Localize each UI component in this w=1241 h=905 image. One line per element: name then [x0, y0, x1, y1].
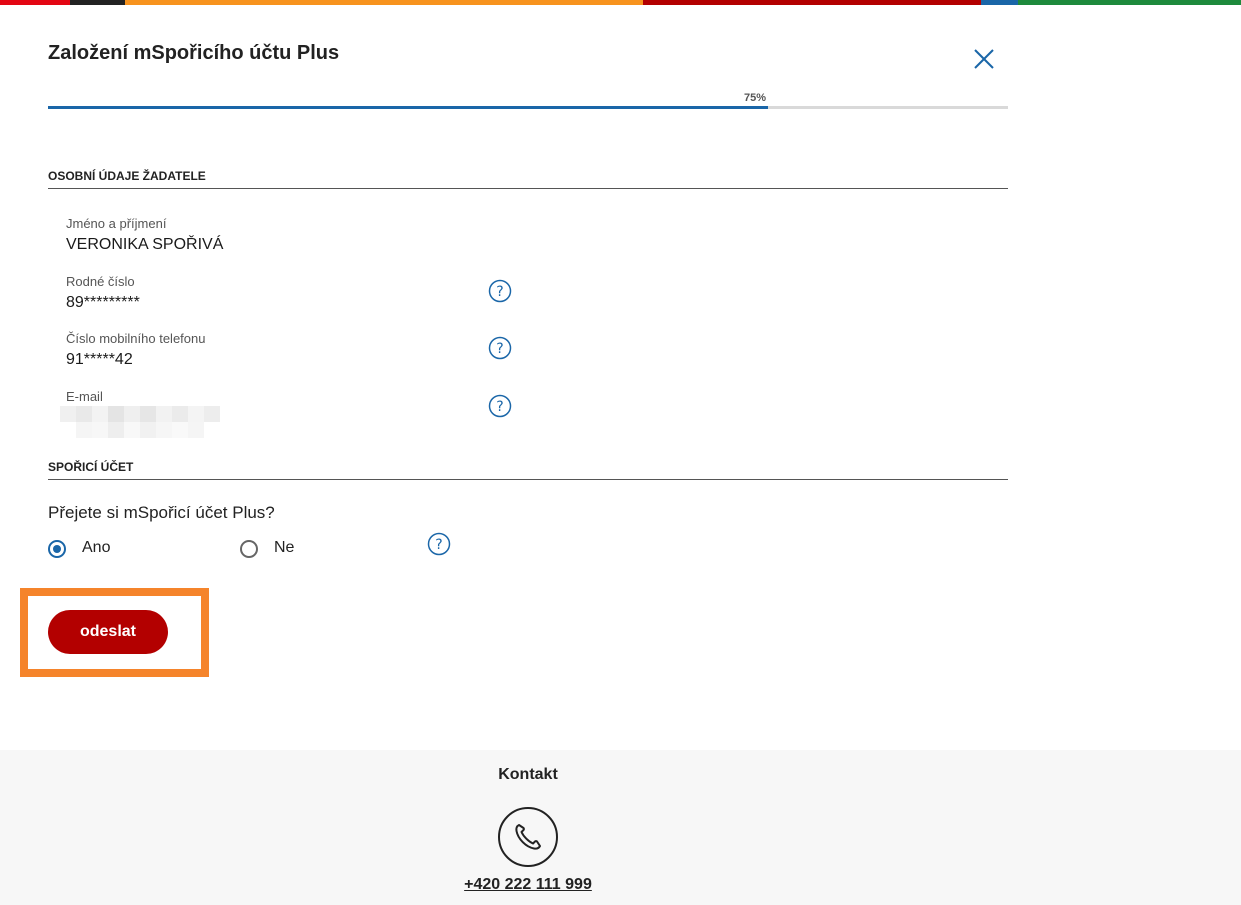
svg-text:?: ? [496, 399, 503, 415]
help-mobile-button[interactable]: ? [488, 336, 512, 360]
redaction-pixel [108, 422, 124, 438]
page-title: Založení mSpořicího účtu Plus [48, 42, 340, 64]
field-value-mobile: 91*****42 [66, 351, 133, 368]
redaction-pixel [60, 406, 76, 422]
redaction-pixel [92, 406, 108, 422]
svg-text:?: ? [435, 537, 442, 553]
footer: Kontakt +420 222 111 999 [0, 750, 1241, 905]
help-savings-account-button[interactable]: ? [427, 532, 451, 556]
submit-button[interactable]: odeslat [48, 610, 168, 654]
field-label-email: E-mail [66, 389, 103, 404]
redaction-pixel [140, 422, 156, 438]
redaction-pixel [76, 422, 92, 438]
footer-phone-link[interactable]: +420 222 111 999 [0, 876, 1056, 894]
field-label-birth-number: Rodné číslo [66, 274, 135, 289]
radio-option-no[interactable] [240, 540, 258, 558]
strip-segment-red [0, 0, 70, 5]
question-circle-icon: ? [427, 532, 451, 556]
field-label-name: Jméno a příjmení [66, 216, 167, 231]
section-title-savings-account: SPOŘICÍ ÚČET [48, 460, 1008, 480]
redaction-pixel [92, 422, 108, 438]
redaction-pixel [76, 406, 92, 422]
footer-contact-title: Kontakt [498, 766, 558, 783]
redaction-pixel [108, 406, 124, 422]
question-circle-icon: ? [488, 336, 512, 360]
radio-label-yes[interactable]: Ano [82, 539, 110, 557]
strip-segment-blue [981, 0, 1018, 5]
strip-segment-black [70, 0, 125, 5]
redaction-pixel [60, 422, 76, 438]
radio-option-yes[interactable] [48, 540, 66, 558]
close-icon [974, 49, 994, 69]
help-email-button[interactable]: ? [488, 394, 512, 418]
progress-percentage: 75% [744, 92, 767, 104]
question-circle-icon: ? [488, 279, 512, 303]
svg-text:?: ? [496, 284, 503, 300]
phone-icon [498, 807, 558, 867]
strip-segment-orange [125, 0, 643, 5]
redaction-pixel [156, 406, 172, 422]
redaction-pixel [204, 406, 220, 422]
redaction-pixel [156, 422, 172, 438]
redaction-pixel [188, 406, 204, 422]
redaction-pixel [204, 422, 220, 438]
section-title-personal: OSOBNÍ ÚDAJE ŽADATELE [48, 169, 1008, 189]
question-circle-icon: ? [488, 394, 512, 418]
phone-icon-wrapper [497, 806, 559, 868]
close-button[interactable] [970, 45, 998, 73]
savings-account-question: Přejete si mSpořicí účet Plus? [48, 503, 275, 522]
progress-bar-fill [48, 106, 768, 109]
strip-segment-darkred [643, 0, 981, 5]
field-value-birth-number: 89********* [66, 294, 140, 311]
field-value-email-redacted [60, 406, 220, 438]
radio-label-no[interactable]: Ne [274, 539, 294, 557]
redaction-pixel [124, 406, 140, 422]
svg-text:?: ? [496, 341, 503, 357]
help-birth-number-button[interactable]: ? [488, 279, 512, 303]
redaction-pixel [140, 406, 156, 422]
strip-segment-green [1018, 0, 1241, 5]
progress-bar [48, 106, 1008, 109]
redaction-pixel [172, 422, 188, 438]
redaction-pixel [188, 422, 204, 438]
redaction-pixel [172, 406, 188, 422]
field-value-name: VERONIKA SPOŘIVÁ [66, 236, 224, 253]
brand-color-strip [0, 0, 1241, 5]
redaction-pixel [124, 422, 140, 438]
field-label-mobile: Číslo mobilního telefonu [66, 331, 206, 346]
